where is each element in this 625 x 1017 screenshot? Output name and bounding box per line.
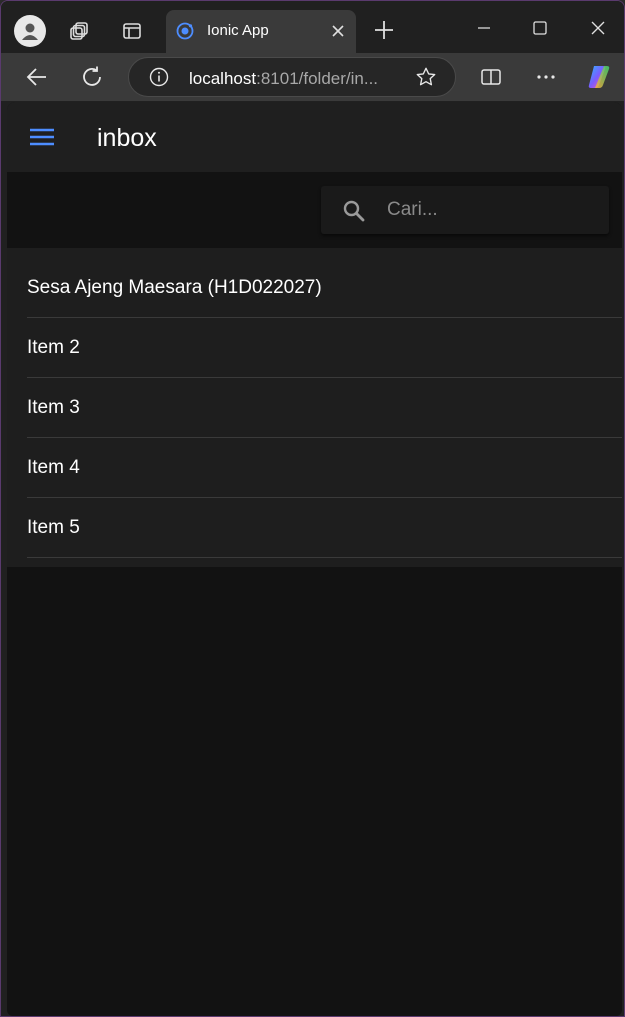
browser-tab-active[interactable]: Ionic App xyxy=(166,10,356,53)
minimize-icon[interactable] xyxy=(470,15,498,41)
back-icon[interactable] xyxy=(23,63,51,91)
url-path: :8101/folder/in... xyxy=(256,69,379,88)
list-item[interactable]: Item 4 xyxy=(27,438,622,498)
split-screen-icon[interactable] xyxy=(477,63,505,91)
site-info-icon[interactable] xyxy=(149,67,169,87)
tab-strip: Ionic App xyxy=(1,1,624,53)
url-host: localhost xyxy=(189,69,257,88)
search-input[interactable] xyxy=(387,196,597,224)
browser-window: Ionic App localhost:8101/folder/in... in… xyxy=(0,0,625,1017)
list-item[interactable]: Item 5 xyxy=(27,498,622,558)
tab-actions-icon[interactable] xyxy=(116,15,148,47)
browser-toolbar: localhost:8101/folder/in... xyxy=(1,53,624,101)
search-icon xyxy=(343,200,365,222)
ionic-favicon-icon xyxy=(176,22,194,40)
copilot-icon[interactable] xyxy=(585,63,613,91)
app-header: inbox xyxy=(7,102,622,172)
profile-avatar-icon[interactable] xyxy=(14,15,46,47)
new-tab-icon[interactable] xyxy=(371,17,397,43)
url-text[interactable]: localhost:8101/folder/in... xyxy=(189,69,378,88)
list-item-label: Item 2 xyxy=(27,337,80,358)
menu-icon[interactable] xyxy=(29,126,55,148)
page-title: inbox xyxy=(97,124,157,152)
list-item-label: Sesa Ajeng Maesara (H1D022027) xyxy=(27,277,322,298)
maximize-icon[interactable] xyxy=(526,15,554,41)
more-options-icon[interactable] xyxy=(532,63,560,91)
close-tab-icon[interactable] xyxy=(330,23,346,39)
close-window-icon[interactable] xyxy=(584,15,612,41)
address-bar[interactable]: localhost:8101/folder/in... xyxy=(128,57,456,97)
list-item-label: Item 5 xyxy=(27,517,80,538)
item-list: Sesa Ajeng Maesara (H1D022027) Item 2 It… xyxy=(7,248,622,567)
searchbar[interactable] xyxy=(321,186,609,234)
search-toolbar xyxy=(7,172,622,248)
list-item[interactable]: Item 3 xyxy=(27,378,622,438)
list-item[interactable]: Item 2 xyxy=(27,318,622,378)
list-item-label: Item 3 xyxy=(27,397,80,418)
tab-title: Ionic App xyxy=(207,22,269,39)
favorite-star-icon[interactable] xyxy=(415,66,437,88)
list-item-label: Item 4 xyxy=(27,457,80,478)
list-item[interactable]: Sesa Ajeng Maesara (H1D022027) xyxy=(27,258,622,318)
workspaces-icon[interactable] xyxy=(63,15,95,47)
refresh-icon[interactable] xyxy=(78,63,106,91)
app-viewport: inbox Sesa Ajeng Maesara (H1D022027) Ite… xyxy=(7,102,622,1016)
